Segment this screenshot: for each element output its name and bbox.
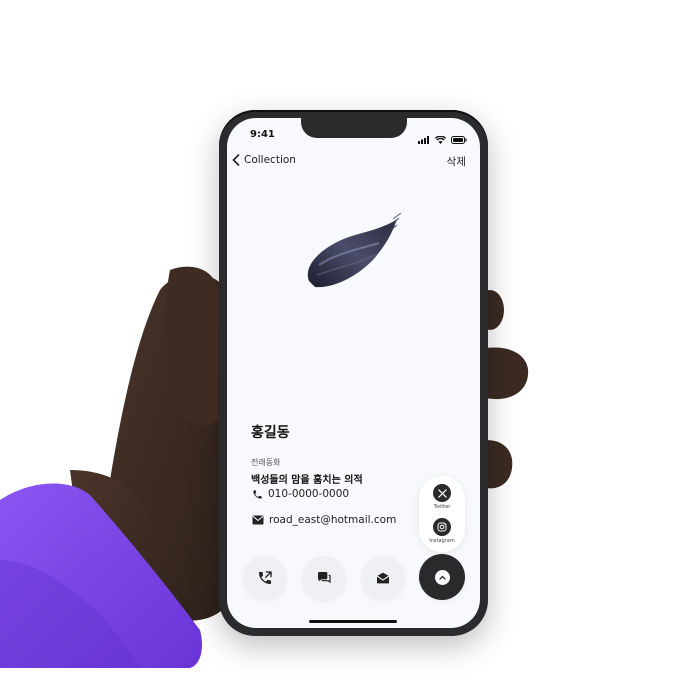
expand-button[interactable] xyxy=(419,554,465,600)
back-label: Collection xyxy=(244,154,296,166)
battery-icon xyxy=(451,129,467,148)
twitter-link[interactable]: Twitter xyxy=(419,484,465,510)
instagram-label: Instagram xyxy=(429,538,455,544)
instagram-link[interactable]: Instagram xyxy=(419,518,465,544)
phone-number: 010-0000-0000 xyxy=(268,488,350,500)
email-contact[interactable]: road_east@hotmail.com xyxy=(252,514,396,526)
chat-icon xyxy=(318,572,331,584)
phone-icon xyxy=(253,489,262,499)
phone-screen: 9:41 Collection 삭제 홍길동 전래동화 백성들의 맘을 훔치는 … xyxy=(227,118,480,628)
phone-device: 9:41 Collection 삭제 홍길동 전래동화 백성들의 맘을 훔치는 … xyxy=(219,110,488,636)
email-address: road_east@hotmail.com xyxy=(269,514,397,526)
twitter-label: Twitter xyxy=(433,504,451,510)
brush-stroke-artwork xyxy=(307,213,402,288)
home-indicator xyxy=(309,620,397,623)
status-icons xyxy=(418,129,467,148)
signal-icon xyxy=(418,129,430,148)
delete-button[interactable]: 삭제 xyxy=(447,154,466,169)
profile-subtitle: 전래동화 xyxy=(251,458,281,467)
phone-contact[interactable]: 010-0000-0000 xyxy=(252,488,349,500)
social-links-panel: Twitter Instagram xyxy=(419,476,465,552)
navigation-bar: Collection 삭제 xyxy=(227,154,480,178)
wifi-icon xyxy=(434,129,447,148)
envelope-icon xyxy=(252,515,264,525)
status-time: 9:41 xyxy=(250,129,275,140)
instagram-icon xyxy=(433,518,451,536)
action-bar xyxy=(243,554,473,602)
message-button[interactable] xyxy=(302,556,346,600)
profile-name: 홍길동 xyxy=(251,425,290,441)
mail-icon xyxy=(376,572,390,584)
scene: 9:41 Collection 삭제 홍길동 전래동화 백성들의 맘을 훔치는 … xyxy=(0,0,700,700)
profile-info: 홍길동 전래동화 백성들의 맘을 훔치는 의적 xyxy=(251,422,451,486)
x-logo-icon xyxy=(433,484,451,502)
chevron-left-icon xyxy=(232,154,240,166)
mail-button[interactable] xyxy=(361,556,405,600)
phone-notch xyxy=(301,118,407,138)
call-icon xyxy=(259,571,272,584)
call-button[interactable] xyxy=(243,556,287,600)
chevron-up-icon xyxy=(434,569,450,585)
back-button[interactable]: Collection xyxy=(232,154,296,166)
